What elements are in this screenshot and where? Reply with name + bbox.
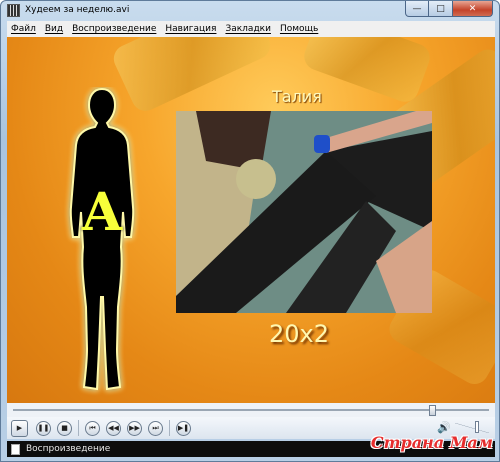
menu-navigation[interactable]: Навигация xyxy=(165,24,216,34)
stop-button[interactable]: ■ xyxy=(57,420,72,436)
menu-bar: Файл Вид Воспроизведение Навигация Закла… xyxy=(7,21,495,37)
status-text: Воспроизведение xyxy=(26,444,111,454)
body-silhouette: A xyxy=(57,87,147,397)
controls-divider xyxy=(78,420,79,436)
window-controls: — □ ✕ xyxy=(405,1,493,17)
exercise-scene xyxy=(176,111,432,313)
dumbbell-blue xyxy=(314,135,330,153)
menu-help[interactable]: Помощь xyxy=(280,24,318,34)
pause-button[interactable]: ❚❚ xyxy=(36,420,51,436)
play-button[interactable]: ▶ xyxy=(11,419,28,437)
minimize-button[interactable]: — xyxy=(405,1,429,17)
menu-bookmarks[interactable]: Закладки xyxy=(225,24,271,34)
repetitions-label: 20x2 xyxy=(269,320,330,348)
next-button[interactable]: ⏭ xyxy=(148,420,163,436)
volume-slider[interactable] xyxy=(455,423,489,433)
frame-step-button[interactable]: ▶❚ xyxy=(176,420,191,436)
video-display[interactable]: A Талия 20x2 xyxy=(7,37,495,403)
watermark: Страна Мам xyxy=(370,433,493,452)
menu-playback[interactable]: Воспроизведение xyxy=(72,24,156,34)
window-title: Худеем за неделю.avi xyxy=(25,5,130,15)
fast-forward-button[interactable]: ▶▶ xyxy=(127,420,142,436)
menu-view[interactable]: Вид xyxy=(45,24,63,34)
controls-divider xyxy=(169,420,170,436)
figure-letter: A xyxy=(81,182,123,243)
rewind-button[interactable]: ◀◀ xyxy=(106,420,121,436)
previous-button[interactable]: ⏮ xyxy=(85,420,100,436)
exercise-frame xyxy=(176,111,432,313)
seek-track[interactable] xyxy=(13,409,489,411)
title-bar[interactable]: Худеем за неделю.avi — □ ✕ xyxy=(1,1,499,21)
document-icon xyxy=(11,443,20,455)
fitness-ball xyxy=(236,159,276,199)
menu-file[interactable]: Файл xyxy=(11,24,36,34)
film-icon xyxy=(7,4,20,17)
seek-bar[interactable] xyxy=(7,403,495,417)
maximize-button[interactable]: □ xyxy=(429,1,453,17)
exercise-title: Талия xyxy=(272,87,322,106)
seek-thumb[interactable] xyxy=(428,405,436,416)
close-button[interactable]: ✕ xyxy=(453,1,493,17)
volume-thumb[interactable] xyxy=(475,421,480,433)
media-player-window: Худеем за неделю.avi — □ ✕ Файл Вид Восп… xyxy=(0,0,500,462)
